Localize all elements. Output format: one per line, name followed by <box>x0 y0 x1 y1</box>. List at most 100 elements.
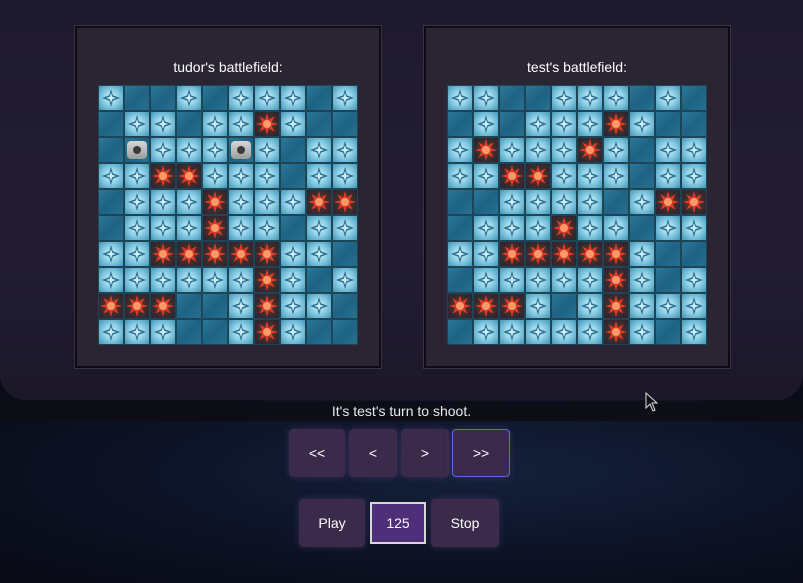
miss-cell[interactable] <box>603 163 629 189</box>
hit-cell[interactable] <box>499 163 525 189</box>
miss-cell[interactable] <box>124 189 150 215</box>
miss-cell[interactable] <box>499 189 525 215</box>
miss-cell[interactable] <box>629 293 655 319</box>
hit-cell[interactable] <box>473 137 499 163</box>
water-cell[interactable] <box>176 319 202 345</box>
hit-cell[interactable] <box>176 163 202 189</box>
hit-cell[interactable] <box>525 241 551 267</box>
miss-cell[interactable] <box>681 137 707 163</box>
miss-cell[interactable] <box>577 319 603 345</box>
water-cell[interactable] <box>499 85 525 111</box>
hit-cell[interactable] <box>681 189 707 215</box>
water-cell[interactable] <box>473 189 499 215</box>
miss-cell[interactable] <box>124 111 150 137</box>
miss-cell[interactable] <box>525 319 551 345</box>
water-cell[interactable] <box>655 241 681 267</box>
miss-cell[interactable] <box>150 319 176 345</box>
hit-cell[interactable] <box>306 189 332 215</box>
miss-cell[interactable] <box>124 163 150 189</box>
hit-cell[interactable] <box>525 163 551 189</box>
miss-cell[interactable] <box>603 137 629 163</box>
hit-cell[interactable] <box>150 293 176 319</box>
miss-cell[interactable] <box>254 137 280 163</box>
miss-cell[interactable] <box>603 85 629 111</box>
miss-cell[interactable] <box>254 189 280 215</box>
hit-cell[interactable] <box>499 293 525 319</box>
hit-cell[interactable] <box>332 189 358 215</box>
water-cell[interactable] <box>447 111 473 137</box>
miss-cell[interactable] <box>202 163 228 189</box>
water-cell[interactable] <box>202 319 228 345</box>
water-cell[interactable] <box>681 241 707 267</box>
hit-cell[interactable] <box>603 293 629 319</box>
miss-cell[interactable] <box>254 163 280 189</box>
hit-cell[interactable] <box>254 241 280 267</box>
ship-cell[interactable] <box>228 137 254 163</box>
miss-cell[interactable] <box>202 267 228 293</box>
water-cell[interactable] <box>629 215 655 241</box>
miss-cell[interactable] <box>551 137 577 163</box>
water-cell[interactable] <box>98 137 124 163</box>
miss-cell[interactable] <box>280 293 306 319</box>
water-cell[interactable] <box>280 215 306 241</box>
miss-cell[interactable] <box>551 189 577 215</box>
miss-cell[interactable] <box>332 137 358 163</box>
hit-cell[interactable] <box>202 241 228 267</box>
miss-cell[interactable] <box>306 163 332 189</box>
hit-cell[interactable] <box>228 241 254 267</box>
miss-cell[interactable] <box>655 293 681 319</box>
water-cell[interactable] <box>98 111 124 137</box>
play-button[interactable]: Play <box>299 499 365 547</box>
water-cell[interactable] <box>306 111 332 137</box>
hit-cell[interactable] <box>124 293 150 319</box>
miss-cell[interactable] <box>228 293 254 319</box>
miss-cell[interactable] <box>473 267 499 293</box>
water-cell[interactable] <box>655 111 681 137</box>
water-cell[interactable] <box>124 85 150 111</box>
miss-cell[interactable] <box>525 111 551 137</box>
hit-cell[interactable] <box>499 241 525 267</box>
miss-cell[interactable] <box>499 137 525 163</box>
miss-cell[interactable] <box>473 85 499 111</box>
previous-move-button[interactable]: < <box>349 429 397 477</box>
water-cell[interactable] <box>332 111 358 137</box>
miss-cell[interactable] <box>332 85 358 111</box>
hit-cell[interactable] <box>150 241 176 267</box>
miss-cell[interactable] <box>655 163 681 189</box>
miss-cell[interactable] <box>280 111 306 137</box>
miss-cell[interactable] <box>98 319 124 345</box>
last-move-button[interactable]: >> <box>452 429 510 477</box>
miss-cell[interactable] <box>447 85 473 111</box>
hit-cell[interactable] <box>202 189 228 215</box>
water-cell[interactable] <box>629 85 655 111</box>
miss-cell[interactable] <box>499 267 525 293</box>
miss-cell[interactable] <box>150 189 176 215</box>
water-cell[interactable] <box>176 293 202 319</box>
water-cell[interactable] <box>499 111 525 137</box>
miss-cell[interactable] <box>473 319 499 345</box>
miss-cell[interactable] <box>176 85 202 111</box>
stop-button[interactable]: Stop <box>431 499 499 547</box>
miss-cell[interactable] <box>280 241 306 267</box>
water-cell[interactable] <box>280 137 306 163</box>
miss-cell[interactable] <box>98 267 124 293</box>
miss-cell[interactable] <box>176 215 202 241</box>
miss-cell[interactable] <box>332 267 358 293</box>
ship-cell[interactable] <box>124 137 150 163</box>
miss-cell[interactable] <box>577 215 603 241</box>
miss-cell[interactable] <box>499 319 525 345</box>
first-move-button[interactable]: << <box>289 429 345 477</box>
miss-cell[interactable] <box>655 137 681 163</box>
miss-cell[interactable] <box>150 137 176 163</box>
water-cell[interactable] <box>202 85 228 111</box>
hit-cell[interactable] <box>202 215 228 241</box>
miss-cell[interactable] <box>473 111 499 137</box>
miss-cell[interactable] <box>577 111 603 137</box>
water-cell[interactable] <box>280 163 306 189</box>
water-cell[interactable] <box>629 163 655 189</box>
miss-cell[interactable] <box>306 215 332 241</box>
hit-cell[interactable] <box>447 293 473 319</box>
water-cell[interactable] <box>681 111 707 137</box>
hit-cell[interactable] <box>254 111 280 137</box>
miss-cell[interactable] <box>473 215 499 241</box>
